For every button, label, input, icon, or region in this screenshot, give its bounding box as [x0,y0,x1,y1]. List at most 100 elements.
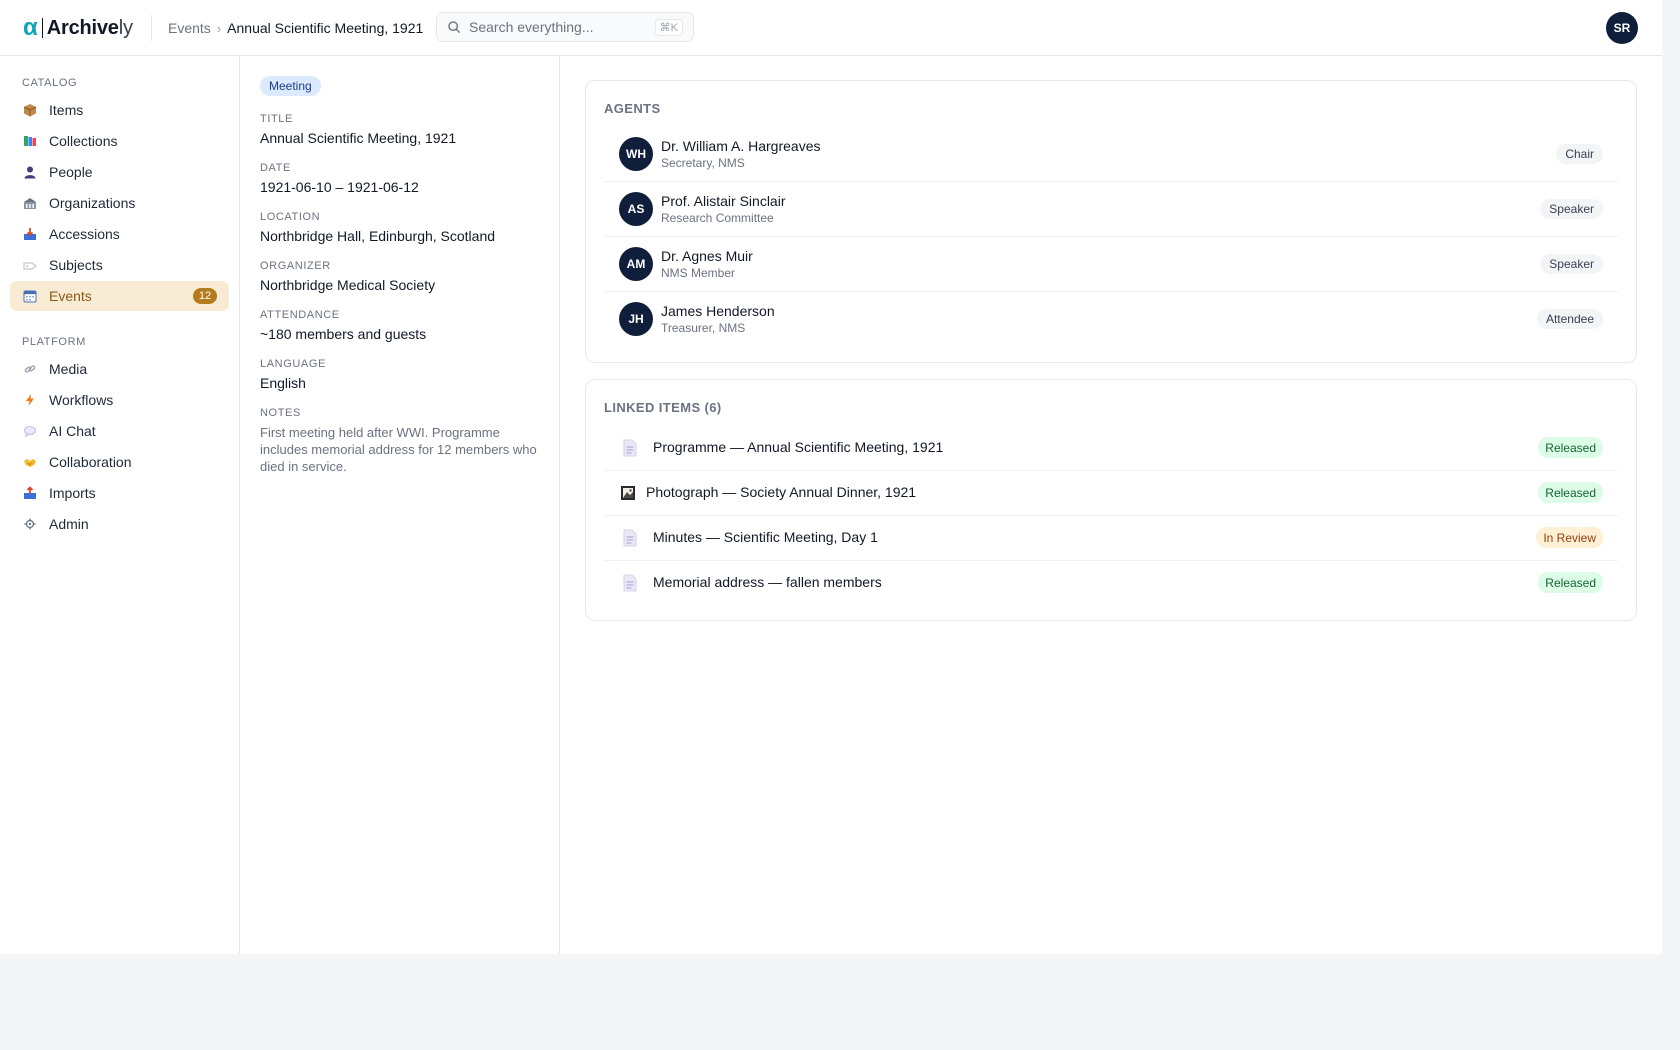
sidebar-item-label: AI Chat [49,423,96,439]
sidebar-item-items[interactable]: Items [10,95,229,125]
avatar: AM [619,247,653,281]
sidebar-item-label: Events [49,288,92,304]
sidebar-item-imports[interactable]: Imports [10,478,229,508]
field-label: ORGANIZER [260,260,331,272]
events-count-badge: 12 [193,288,217,304]
role-badge: Chair [1556,144,1603,164]
field-label: TITLE [260,113,293,125]
field-label: ATTENDANCE [260,309,340,321]
sidebar-item-ai-chat[interactable]: AI Chat [10,416,229,446]
agent-name[interactable]: James Henderson [661,303,775,319]
logo-text-thin: ly [118,16,133,39]
inbox-icon [23,227,37,241]
gear-icon [23,517,37,531]
sidebar-item-media[interactable]: Media [10,354,229,384]
document-icon [622,439,638,457]
breadcrumb-events-link[interactable]: Events [168,20,211,36]
linked-items-card: LINKED ITEMS (6) Programme — Annual Scie… [585,379,1637,621]
field-value: First meeting held after WWI. Programme … [260,425,537,474]
event-type-badge: Meeting [260,76,321,96]
linked-item-title[interactable]: Minutes — Scientific Meeting, Day 1 [653,529,878,545]
linked-items-title: LINKED ITEMS (6) [604,400,722,415]
field-title: TITLE Annual Scientific Meeting, 1921 [260,113,545,147]
sidebar-section-platform: PLATFORM [22,336,86,348]
sidebar-item-collaboration[interactable]: Collaboration [10,447,229,477]
sidebar-item-subjects[interactable]: Subjects [10,250,229,280]
avatar: AS [619,192,653,226]
books-icon [23,134,37,148]
status-badge: Released [1538,482,1603,503]
agents-card: AGENTS WH Dr. William A. Hargreaves Secr… [585,80,1637,363]
agent-row[interactable]: WH Dr. William A. Hargreaves Secretary, … [604,126,1618,182]
status-badge: Released [1538,572,1603,593]
breadcrumb-current: Annual Scientific Meeting, 1921 [227,20,424,36]
linked-item-row[interactable]: Programme — Annual Scientific Meeting, 1… [604,425,1618,471]
agent-row[interactable]: AM Dr. Agnes Muir NMS Member Speaker [604,236,1618,292]
field-location: LOCATION Northbridge Hall, Edinburgh, Sc… [260,211,545,245]
breadcrumb: Events › Annual Scientific Meeting, 1921 [168,20,423,36]
field-label: NOTES [260,407,301,419]
sidebar: CATALOG Items Collections People Organiz… [0,56,240,954]
sidebar-item-label: Organizations [49,195,136,211]
sidebar-item-label: Workflows [49,392,114,408]
calendar-icon [23,289,37,303]
sidebar-item-label: Media [49,361,88,377]
app-window: α Archively Events › Annual Scientific M… [0,0,1662,954]
user-avatar[interactable]: SR [1606,12,1638,44]
field-label: LANGUAGE [260,358,326,370]
avatar: JH [619,302,653,336]
sidebar-item-collections[interactable]: Collections [10,126,229,156]
building-icon [23,196,37,210]
logo[interactable]: α Archively [23,16,133,40]
top-header: α Archively Events › Annual Scientific M… [0,0,1662,56]
event-detail-panel: Meeting TITLE Annual Scientific Meeting,… [240,56,560,954]
logo-icon: α [23,14,38,41]
sidebar-item-admin[interactable]: Admin [10,509,229,539]
field-value: English [260,375,306,391]
sidebar-item-accessions[interactable]: Accessions [10,219,229,249]
linked-item-row[interactable]: Memorial address — fallen members Releas… [604,560,1618,605]
agent-name[interactable]: Prof. Alistair Sinclair [661,193,785,209]
search-shortcut-hint: ⌘K [654,19,683,36]
sidebar-item-organizations[interactable]: Organizations [10,188,229,218]
linked-item-title[interactable]: Photograph — Society Annual Dinner, 1921 [646,484,916,500]
photo-icon [620,484,636,502]
search-bar[interactable]: ⌘K [436,12,694,42]
chat-icon [23,424,37,438]
agent-row[interactable]: AS Prof. Alistair Sinclair Research Comm… [604,181,1618,237]
logo-divider [41,18,43,38]
sidebar-item-label: Collections [49,133,118,149]
sidebar-item-label: Imports [49,485,96,501]
tag-icon [23,258,37,272]
linked-item-row[interactable]: Photograph — Society Annual Dinner, 1921… [604,470,1618,516]
lightning-icon [23,393,37,407]
field-value: 1921-06-10 – 1921-06-12 [260,179,419,195]
agent-name[interactable]: Dr. William A. Hargreaves [661,138,820,154]
sidebar-item-people[interactable]: People [10,157,229,187]
document-icon [622,529,638,547]
logo-text-bold: Archive [46,16,119,39]
field-label: DATE [260,162,291,174]
role-badge: Speaker [1540,199,1603,219]
role-badge: Attendee [1536,309,1603,329]
sidebar-item-label: Accessions [49,226,120,242]
agent-row[interactable]: JH James Henderson Treasurer, NMS Attend… [604,291,1618,346]
sidebar-item-label: Collaboration [49,454,132,470]
status-badge: Released [1538,437,1603,458]
sidebar-item-workflows[interactable]: Workflows [10,385,229,415]
linked-item-row[interactable]: Minutes — Scientific Meeting, Day 1 In R… [604,515,1618,561]
sidebar-item-events[interactable]: Events 12 [10,281,229,311]
field-organizer: ORGANIZER Northbridge Medical Society [260,260,545,294]
field-value: ~180 members and guests [260,326,427,342]
field-value: Northbridge Hall, Edinburgh, Scotland [260,228,496,244]
search-input[interactable] [469,19,649,35]
linked-item-title[interactable]: Programme — Annual Scientific Meeting, 1… [653,439,943,455]
linked-item-title[interactable]: Memorial address — fallen members [653,574,882,590]
agent-name[interactable]: Dr. Agnes Muir [661,248,753,264]
logo-text: Archively [47,17,133,40]
breadcrumb-separator: › [216,20,222,36]
agent-subtitle: Research Committee [661,211,774,225]
sidebar-item-label: Items [49,102,84,118]
sidebar-item-label: Subjects [49,257,103,273]
avatar: WH [619,137,653,171]
